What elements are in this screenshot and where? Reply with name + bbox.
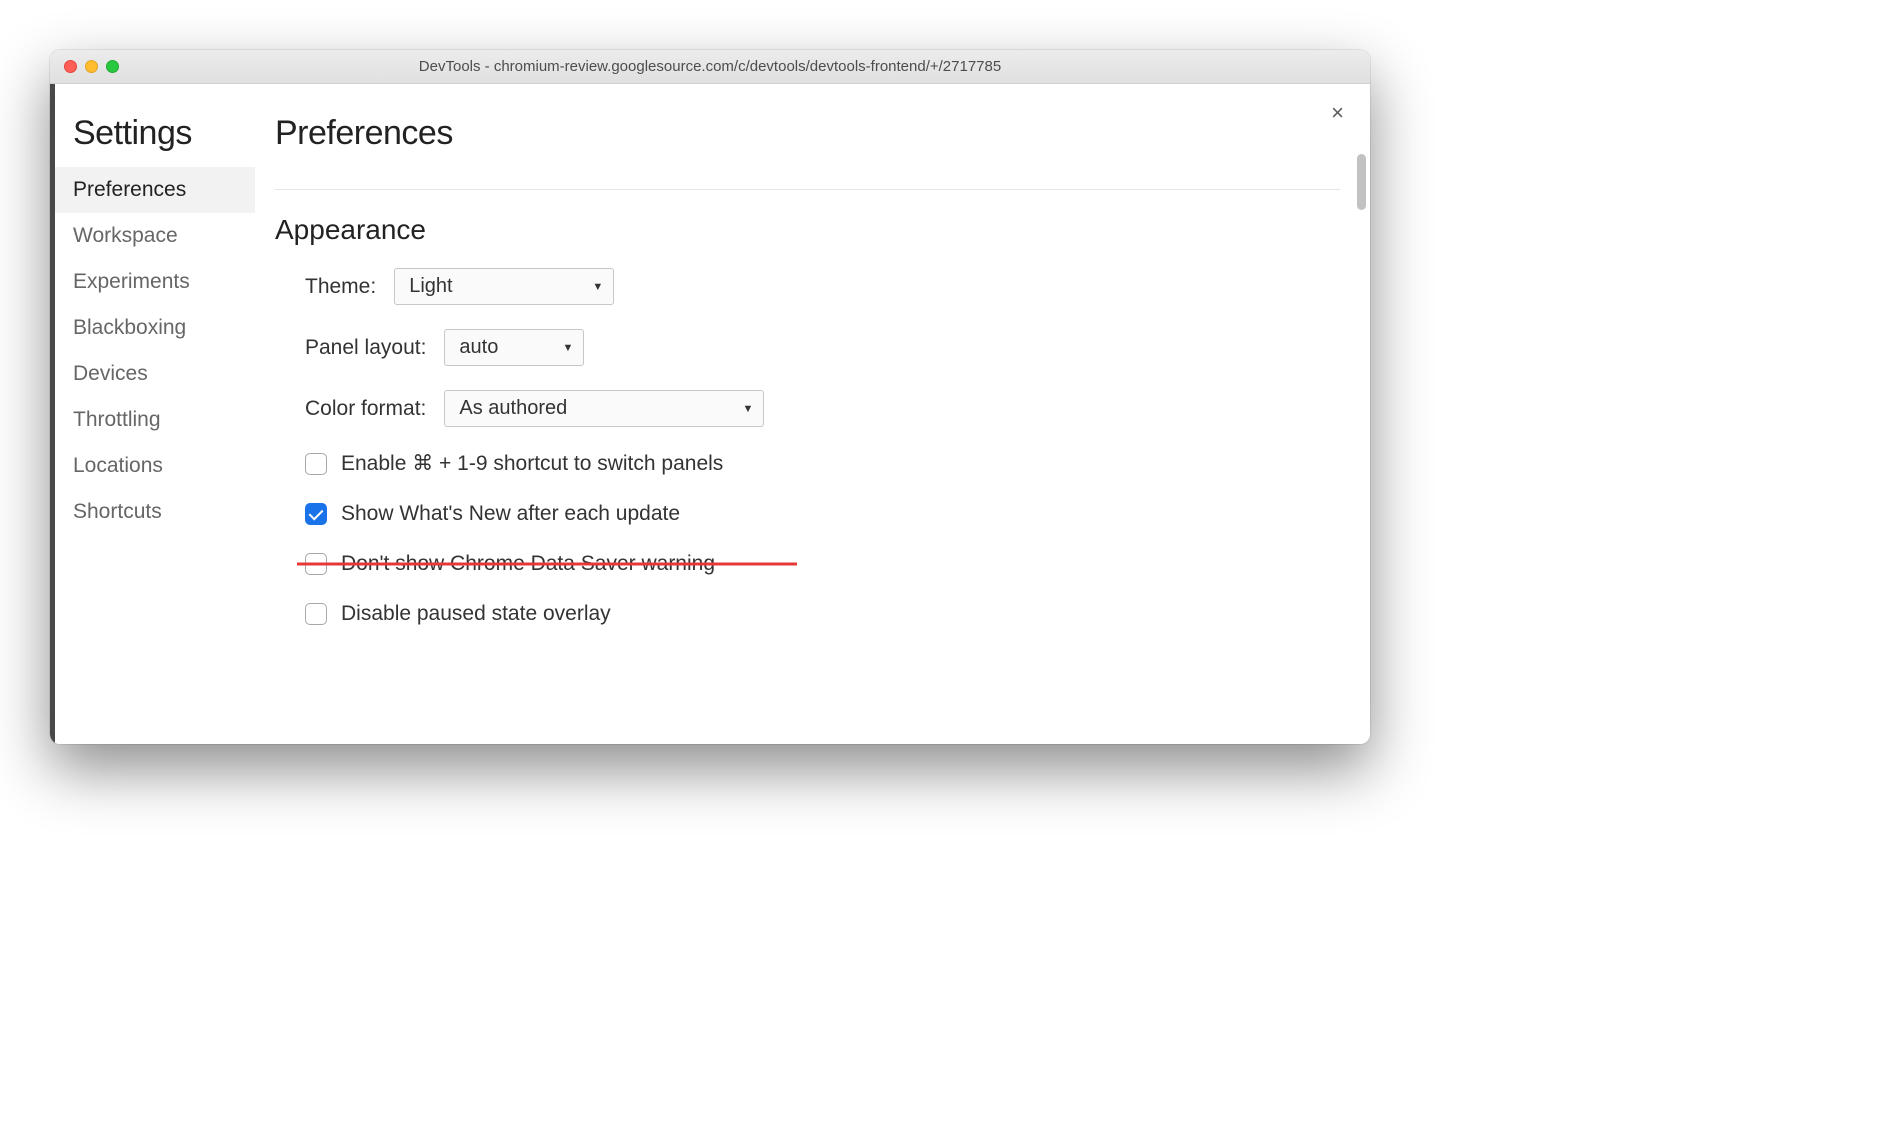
minimize-window-icon[interactable] bbox=[85, 60, 98, 73]
checkbox-label: Disable paused state overlay bbox=[341, 602, 611, 626]
theme-row: Theme: Light ▼ bbox=[275, 268, 1340, 305]
titlebar: DevTools - chromium-review.googlesource.… bbox=[50, 50, 1370, 84]
checkbox-paused-overlay[interactable] bbox=[305, 603, 327, 625]
theme-select[interactable]: Light ▼ bbox=[394, 268, 614, 305]
theme-label: Theme: bbox=[305, 275, 376, 299]
panel-layout-select[interactable]: auto ▼ bbox=[444, 329, 584, 366]
color-format-row: Color format: As authored ▼ bbox=[275, 390, 1340, 427]
checkbox-row-paused-overlay: Disable paused state overlay bbox=[275, 602, 1340, 626]
main-panel: Preferences Appearance Theme: Light ▼ Pa… bbox=[255, 84, 1370, 744]
window-title: DevTools - chromium-review.googlesource.… bbox=[50, 58, 1370, 75]
theme-value: Light bbox=[409, 275, 452, 298]
sidebar-item-experiments[interactable]: Experiments bbox=[55, 259, 255, 305]
color-format-value: As authored bbox=[459, 397, 567, 420]
sidebar-item-blackboxing[interactable]: Blackboxing bbox=[55, 305, 255, 351]
checkbox-label: Show What's New after each update bbox=[341, 502, 680, 526]
color-format-label: Color format: bbox=[305, 397, 426, 421]
strikethrough-annotation bbox=[297, 563, 797, 566]
checkbox-row-datasaver: Don't show Chrome Data Saver warning bbox=[275, 552, 1340, 576]
traffic-lights bbox=[50, 60, 119, 73]
chevron-down-icon: ▼ bbox=[592, 281, 603, 293]
divider bbox=[275, 189, 1340, 190]
checkbox-whatsnew[interactable] bbox=[305, 503, 327, 525]
scrollbar-thumb[interactable] bbox=[1357, 154, 1366, 210]
maximize-window-icon[interactable] bbox=[106, 60, 119, 73]
checkbox-row-whatsnew: Show What's New after each update bbox=[275, 502, 1340, 526]
section-heading: Appearance bbox=[275, 214, 1340, 246]
sidebar-item-throttling[interactable]: Throttling bbox=[55, 397, 255, 443]
chevron-down-icon: ▼ bbox=[563, 342, 574, 354]
checkbox-label: Enable ⌘ + 1-9 shortcut to switch panels bbox=[341, 451, 723, 476]
content-area: × Settings Preferences Workspace Experim… bbox=[50, 84, 1370, 744]
panel-layout-value: auto bbox=[459, 336, 498, 359]
close-window-icon[interactable] bbox=[64, 60, 77, 73]
panel-layout-row: Panel layout: auto ▼ bbox=[275, 329, 1340, 366]
chevron-down-icon: ▼ bbox=[742, 403, 753, 415]
sidebar-item-preferences[interactable]: Preferences bbox=[55, 167, 255, 213]
sidebar-item-shortcuts[interactable]: Shortcuts bbox=[55, 489, 255, 535]
sidebar-item-locations[interactable]: Locations bbox=[55, 443, 255, 489]
panel-layout-label: Panel layout: bbox=[305, 336, 426, 360]
checkbox-shortcut[interactable] bbox=[305, 453, 327, 475]
page-title: Preferences bbox=[275, 114, 1340, 153]
app-window: DevTools - chromium-review.googlesource.… bbox=[50, 50, 1370, 744]
color-format-select[interactable]: As authored ▼ bbox=[444, 390, 764, 427]
sidebar-heading: Settings bbox=[55, 114, 255, 167]
sidebar-item-workspace[interactable]: Workspace bbox=[55, 213, 255, 259]
checkbox-row-shortcut: Enable ⌘ + 1-9 shortcut to switch panels bbox=[275, 451, 1340, 476]
sidebar-item-devices[interactable]: Devices bbox=[55, 351, 255, 397]
sidebar: Settings Preferences Workspace Experimen… bbox=[50, 84, 255, 744]
